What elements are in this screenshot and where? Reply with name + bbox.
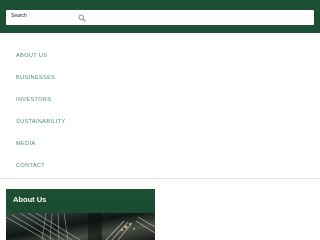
about-us-card[interactable]: About Us xyxy=(6,189,155,240)
about-us-hero-image xyxy=(6,213,155,240)
search-placeholder: Search xyxy=(11,13,27,19)
nav-item-media[interactable]: MEDIA xyxy=(16,141,35,148)
nav-item-contact[interactable]: CONTACT xyxy=(16,163,45,170)
search-input[interactable]: Search xyxy=(6,10,314,25)
nav-item-investors[interactable]: INVESTORS xyxy=(16,97,51,104)
top-bar: Search xyxy=(0,0,320,33)
nav-item-about-us[interactable]: ABOUT US xyxy=(16,53,47,60)
about-us-card-title: About Us xyxy=(13,195,47,204)
nav-item-businesses[interactable]: BUSINESSES xyxy=(16,75,55,82)
divider xyxy=(0,178,320,179)
search-icon[interactable] xyxy=(78,14,86,22)
nav-item-sustainability[interactable]: SUSTAINABILITY xyxy=(16,119,66,126)
